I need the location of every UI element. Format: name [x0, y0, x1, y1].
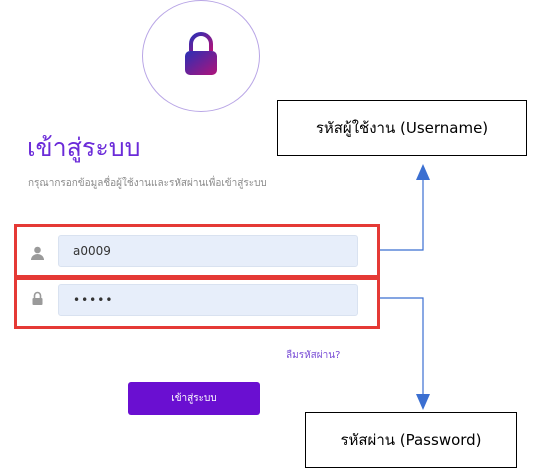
- login-button[interactable]: เข้าสู่ระบบ: [128, 382, 260, 415]
- username-arrowhead: [416, 164, 430, 180]
- password-connector: [380, 297, 424, 396]
- page-subtitle: กรุณากรอกข้อมูลชื่อผู้ใช้งานและรหัสผ่านเ…: [28, 178, 267, 189]
- username-connector: [380, 178, 424, 251]
- logo-circle: [142, 0, 260, 112]
- password-arrowhead: [416, 394, 430, 410]
- forgot-password-link[interactable]: ลืมรหัสผ่าน?: [286, 348, 340, 363]
- password-callout: รหัสผ่าน (Password): [305, 412, 517, 468]
- page-title: เข้าสู่ระบบ: [27, 133, 141, 162]
- lock-icon: [181, 31, 221, 81]
- password-highlight-box: [14, 277, 380, 329]
- username-callout: รหัสผู้ใช้งาน (Username): [277, 100, 527, 156]
- username-highlight-box: [14, 224, 380, 278]
